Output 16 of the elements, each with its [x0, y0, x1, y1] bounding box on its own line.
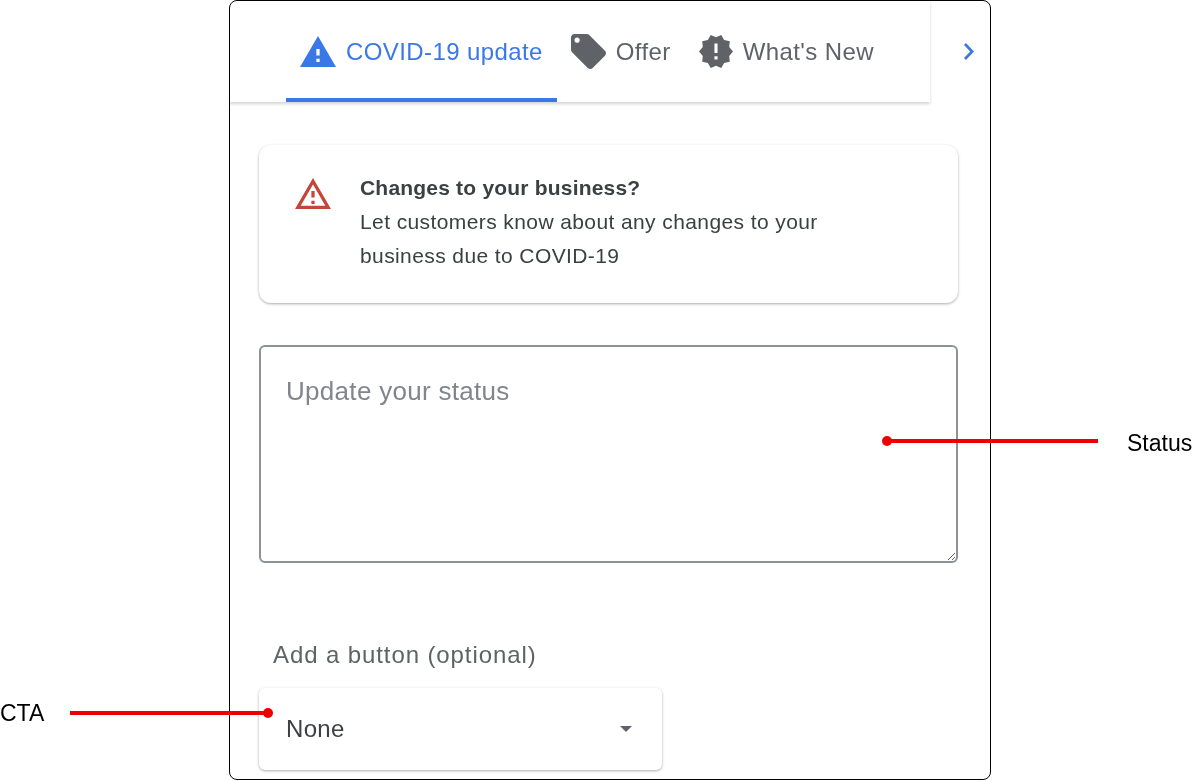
notice-text: Let customers know about any changes to your business due to COVID-19 — [360, 209, 819, 269]
callout-label: CTA — [0, 699, 45, 727]
alert-badge-icon — [698, 35, 733, 68]
caret-icon — [620, 726, 632, 732]
notice-title: Changes to your business? — [360, 175, 642, 201]
tab[interactable]: COVID-19 update — [286, 1, 557, 102]
tab[interactable]: Offer — [556, 1, 685, 102]
warning-icon — [295, 178, 331, 209]
warning-icon — [300, 36, 336, 67]
status-field[interactable]: Update your status — [259, 345, 958, 563]
section-label: Add a button (optional) — [272, 641, 537, 669]
tab[interactable]: What's New — [684, 1, 888, 102]
callout-label: Status — [1127, 429, 1193, 457]
button-dropdown[interactable]: None — [259, 688, 662, 770]
chevron-right-icon — [964, 43, 974, 60]
tag-icon — [570, 34, 606, 69]
